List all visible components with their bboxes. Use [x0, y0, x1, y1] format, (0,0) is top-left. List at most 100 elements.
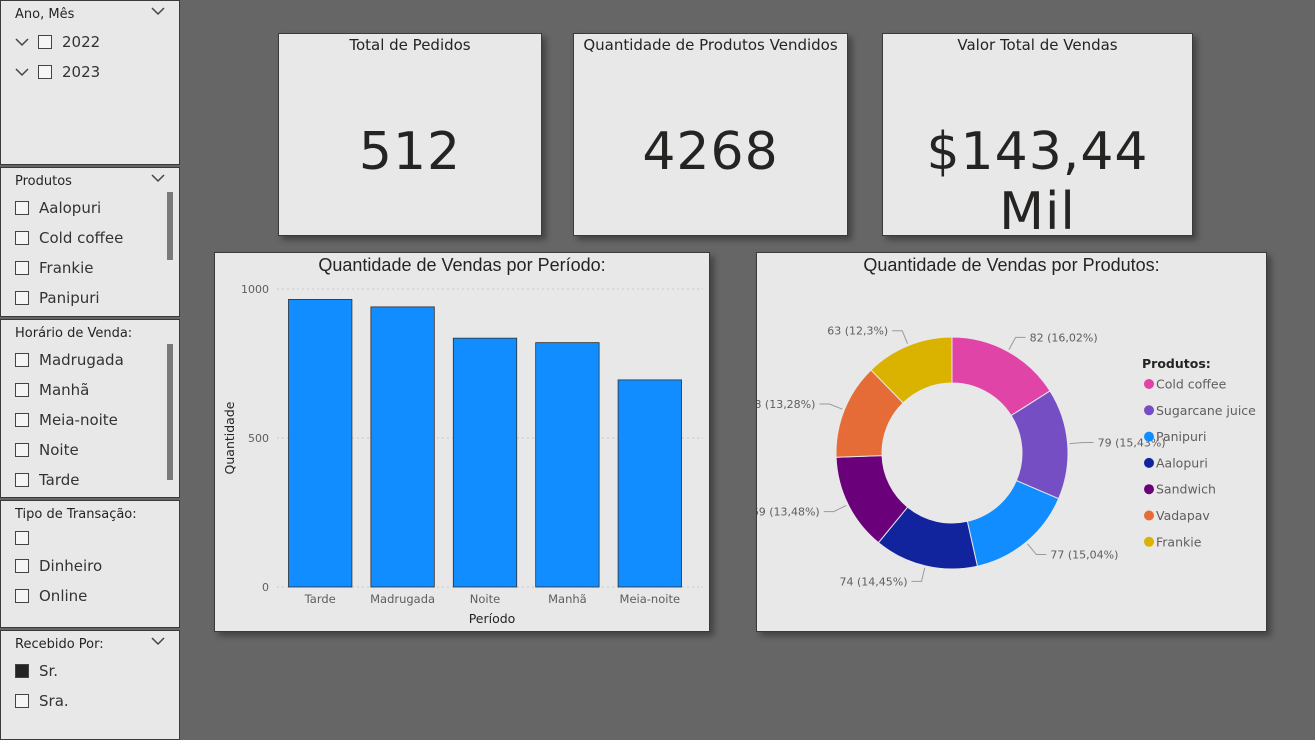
- checkbox[interactable]: [15, 589, 29, 603]
- leader-line: [1027, 543, 1047, 556]
- donut-slice: [966, 479, 1060, 567]
- legend-marker: [1144, 484, 1154, 495]
- slicer-item-label: Online: [39, 587, 88, 605]
- y-tick-label: 0: [262, 581, 269, 594]
- checkbox[interactable]: [15, 694, 29, 708]
- data-label: 77 (15,04%): [1050, 549, 1118, 562]
- checkbox[interactable]: [15, 443, 29, 457]
- bar: [617, 379, 682, 588]
- slicer-item-label: Tarde: [39, 471, 80, 489]
- checkbox[interactable]: [15, 531, 29, 545]
- data-label: 82 (16,02%): [1030, 331, 1098, 344]
- slicer-item-2023[interactable]: 2023: [15, 62, 100, 82]
- slicer-item-label: Cold coffee: [39, 229, 124, 247]
- slicer-item-label: Sr.: [39, 662, 59, 680]
- donut-chart-visual[interactable]: Quantidade de Vendas por Produtos: 82 (1…: [756, 252, 1267, 632]
- slicer-title: Horário de Venda:: [15, 326, 133, 341]
- y-tick-label: 500: [248, 432, 269, 445]
- card-value: $143,44 Mil: [926, 122, 1149, 242]
- checkbox-checked[interactable]: [15, 664, 29, 678]
- checkbox[interactable]: [15, 291, 29, 305]
- donut-chart: 82 (16,02%)79 (15,43%)77 (15,04%)74 (14,…: [757, 325, 1256, 589]
- data-label: 69 (13,48%): [757, 506, 820, 519]
- bar: [452, 337, 518, 588]
- y-tick-label: 1000: [241, 283, 269, 296]
- y-axis-title: Quantidade: [222, 401, 237, 474]
- slicer-title: Recebido Por:: [15, 637, 104, 652]
- slicer-item-label: 2023: [62, 63, 101, 81]
- legend-entry: Vadapav: [1156, 508, 1210, 523]
- slicer-item-aalopuri[interactable]: Aalopuri: [15, 198, 101, 218]
- slicer-item-2022[interactable]: 2022: [15, 32, 100, 52]
- slicer-item-tarde[interactable]: Tarde: [15, 470, 80, 490]
- slicer-item-label: Dinheiro: [39, 557, 103, 575]
- slicer-title: Ano, Mês: [15, 7, 75, 22]
- leader-line: [1069, 441, 1094, 445]
- data-label: 63 (12,3%): [827, 325, 888, 338]
- slicer-item-label: Manhã: [39, 381, 90, 399]
- expand-chevron-icon[interactable]: [15, 67, 29, 77]
- bar-chart: 0 500 1000 Tarde Madrugada Noite Manhã Meia-noi…: [222, 283, 703, 626]
- checkbox[interactable]: [15, 413, 29, 427]
- slicer-item-label: Noite: [39, 441, 79, 459]
- slicer-item-label: 2022: [62, 33, 101, 51]
- slicer-item-manha[interactable]: Manhã: [15, 380, 89, 400]
- slicer-item-panipuri[interactable]: Panipuri: [15, 288, 100, 308]
- card-valor-total-vendas[interactable]: Valor Total de Vendas $143,44 Mil: [882, 33, 1193, 242]
- slicer-item-label: Frankie: [39, 259, 94, 277]
- checkbox[interactable]: [38, 35, 52, 49]
- legend-marker: [1144, 536, 1154, 547]
- data-label: 68 (13,28%): [757, 398, 815, 411]
- chevron-down-icon[interactable]: [151, 6, 165, 16]
- legend-marker: [1144, 457, 1154, 468]
- slicer-item-blank[interactable]: [15, 528, 39, 548]
- slicer-ano-mes: Ano, Mês 2022 2023: [0, 0, 180, 165]
- x-tick-label: Noite: [470, 592, 500, 606]
- x-tick-label: Meia-noite: [620, 592, 681, 606]
- scrollbar[interactable]: [167, 344, 173, 480]
- slicer-item-label: Madrugada: [39, 351, 124, 369]
- checkbox[interactable]: [15, 383, 29, 397]
- slicer-title: Produtos: [15, 174, 72, 189]
- bar: [288, 299, 353, 588]
- bar: [370, 306, 435, 588]
- chevron-down-icon[interactable]: [151, 636, 165, 646]
- legend-entry: Aalopuri: [1156, 455, 1208, 470]
- slicer-item-online[interactable]: Online: [15, 586, 87, 606]
- checkbox[interactable]: [15, 201, 29, 215]
- card-total-pedidos[interactable]: Total de Pedidos 512: [278, 33, 542, 236]
- slicer-recebido-por: Recebido Por: Sr. Sra.: [0, 630, 180, 740]
- slicer-item-noite[interactable]: Noite: [15, 440, 79, 460]
- slicer-item-frankie[interactable]: Frankie: [15, 258, 94, 278]
- legend-marker: [1144, 510, 1154, 521]
- leader-line: [819, 403, 843, 410]
- chevron-down-icon[interactable]: [151, 173, 165, 183]
- checkbox[interactable]: [15, 231, 29, 245]
- checkbox[interactable]: [38, 65, 52, 79]
- slicer-item-cold-coffee[interactable]: Cold coffee: [15, 228, 123, 248]
- slicer-item-madrugada[interactable]: Madrugada: [15, 350, 124, 370]
- checkbox[interactable]: [15, 559, 29, 573]
- card-quantidade-produtos[interactable]: Quantidade de Produtos Vendidos 4268: [573, 33, 848, 236]
- legend-entry: Cold coffee: [1156, 377, 1227, 392]
- legend-marker: [1144, 379, 1154, 389]
- legend-entry: Panipuri: [1156, 429, 1207, 444]
- expand-chevron-icon[interactable]: [15, 37, 29, 47]
- slicer-item-dinheiro[interactable]: Dinheiro: [15, 556, 102, 576]
- x-axis-title: Período: [469, 611, 516, 626]
- card-title: Total de Pedidos: [349, 36, 471, 54]
- legend-entry: Sugarcane juice: [1156, 403, 1256, 418]
- bar-chart-visual[interactable]: Quantidade de Vendas por Período: 0 500 10…: [214, 252, 710, 632]
- slicer-item-meia-noite[interactable]: Meia-noite: [15, 410, 118, 430]
- card-title: Valor Total de Vendas: [957, 36, 1118, 54]
- x-tick-label: Madrugada: [370, 592, 435, 606]
- slicer-item-sr[interactable]: Sr.: [15, 661, 58, 681]
- legend-marker: [1144, 405, 1154, 416]
- scrollbar[interactable]: [167, 192, 173, 260]
- checkbox[interactable]: [15, 473, 29, 487]
- slicer-item-sra[interactable]: Sra.: [15, 691, 69, 711]
- slicer-item-label: Sra.: [39, 692, 69, 710]
- checkbox[interactable]: [15, 261, 29, 275]
- slicer-produtos: Produtos Aalopuri Cold coffee Frankie Pa…: [0, 167, 180, 317]
- checkbox[interactable]: [15, 353, 29, 367]
